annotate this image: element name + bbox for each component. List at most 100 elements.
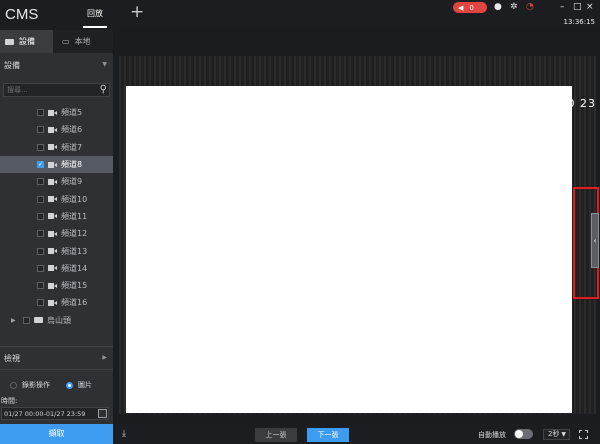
speaker-icon: ◀ [458, 3, 464, 12]
channel-row[interactable]: 頻道10 [0, 190, 113, 207]
group-label: 烏山頭 [47, 315, 71, 325]
channel-row[interactable]: 頻道12 [0, 225, 113, 242]
radio-record-dot[interactable] [10, 381, 17, 389]
radio-picture-dot[interactable] [66, 381, 73, 389]
radio-picture-label: 圖片 [78, 381, 92, 389]
camera-icon [48, 213, 57, 220]
channel-label: 頻道8 [61, 160, 83, 170]
gear-icon[interactable]: ✲ [510, 3, 518, 12]
channel-label: 頻道12 [61, 229, 88, 239]
channel-row[interactable]: 頻道7 [0, 139, 113, 156]
download-icon[interactable]: ⤓ [122, 429, 126, 439]
alarm-indicator[interactable]: ◀ 0 [453, 2, 487, 13]
channel-row[interactable]: 頻道6 [0, 121, 113, 138]
device-search-input[interactable]: 搜尋... ⚲ [3, 83, 110, 97]
channel-checkbox[interactable] [37, 282, 44, 290]
capture-button[interactable]: 擷取 [0, 424, 113, 444]
tab-playback[interactable]: 回放 [78, 0, 112, 28]
channel-checkbox[interactable] [37, 195, 44, 203]
expand-icon[interactable]: ▶ [11, 317, 19, 324]
fullscreen-icon[interactable] [579, 430, 588, 439]
channel-checkbox[interactable] [37, 109, 44, 117]
side-panel-highlight: ‹ [573, 187, 599, 299]
close-icon[interactable]: × [586, 3, 594, 12]
interval-value: 2秒 [548, 430, 560, 438]
search-placeholder: 搜尋... [7, 86, 28, 94]
tab-devices[interactable]: 設備 [0, 30, 53, 53]
view-section-header[interactable]: 檢視 ▶ [0, 349, 113, 367]
camera-icon [48, 178, 57, 185]
camera-icon [48, 282, 57, 289]
recorder-icon [34, 317, 43, 324]
calendar-icon[interactable] [98, 409, 107, 418]
device-section-header[interactable]: 設備 ▼ [0, 56, 113, 74]
radio-record-label: 錄影操作 [22, 381, 50, 389]
channel-row[interactable]: 頻道11 [0, 208, 113, 225]
device-icon [5, 38, 14, 45]
snapshot-image[interactable] [126, 86, 572, 413]
channel-row[interactable]: 頻道5 [0, 104, 113, 121]
camera-icon [48, 248, 57, 255]
channel-label: 頻道15 [61, 281, 88, 291]
channel-label: 頻道10 [61, 194, 88, 204]
radio-record[interactable]: 錄影操作 [10, 380, 50, 390]
autoplay-toggle[interactable] [514, 429, 533, 439]
view-section-title: 檢視 [4, 353, 20, 363]
radio-picture[interactable]: 圖片 [66, 380, 92, 390]
time-label: 時間: [1, 397, 18, 405]
channel-label: 頻道9 [61, 177, 83, 187]
tab-local-label: 本地 [74, 37, 91, 46]
camera-icon [48, 126, 57, 133]
channel-checkbox[interactable] [37, 126, 44, 134]
channel-row[interactable]: 頻道13 [0, 242, 113, 259]
device-group-row[interactable]: ▶ 烏山頭 [0, 312, 113, 329]
channel-checkbox[interactable] [37, 247, 44, 255]
channel-checkbox[interactable] [37, 212, 44, 220]
device-section-title: 設備 [4, 60, 20, 70]
next-button[interactable]: 下一張 [307, 428, 349, 442]
channel-checkbox[interactable] [37, 178, 44, 186]
camera-icon [48, 109, 57, 116]
app-brand: CMS [5, 6, 39, 23]
maximize-icon[interactable]: □ [573, 3, 582, 12]
expand-panel-handle[interactable]: ‹ [591, 213, 599, 268]
channel-label: 頻道11 [61, 211, 88, 221]
search-icon[interactable]: ⚲ [100, 84, 107, 96]
channel-checkbox[interactable] [37, 264, 44, 272]
camera-icon [48, 196, 57, 203]
camera-icon [48, 265, 57, 272]
autoplay-label: 自動播放 [478, 431, 506, 439]
interval-select[interactable]: 2秒 ▼ [543, 429, 570, 440]
channel-row[interactable]: 頻道9 [0, 173, 113, 190]
channel-label: 頻道5 [61, 108, 83, 118]
playback-viewer: 0 23 ‹ [113, 30, 600, 424]
channel-checkbox[interactable] [37, 143, 44, 151]
channel-row[interactable]: ✓ 頻道8 [0, 155, 113, 174]
chevron-right-icon: ▶ [102, 354, 107, 361]
performance-gauge-icon[interactable]: ◔ [526, 3, 534, 12]
video-frame[interactable]: 0 23 [119, 56, 596, 414]
prev-button[interactable]: 上一張 [255, 428, 297, 442]
camera-icon [48, 161, 57, 168]
channel-checkbox[interactable] [37, 230, 44, 238]
left-panel: 設備 ▭ 本地 設備 ▼ 搜尋... ⚲ 頻道5 頻道6 頻道7 ✓ 頻道8 頻道9 頻道1… [0, 30, 113, 424]
channel-label: 頻道7 [61, 142, 83, 152]
channel-checkbox[interactable] [37, 299, 44, 307]
channel-row[interactable]: 頻道15 [0, 277, 113, 294]
tab-devices-label: 設備 [19, 37, 35, 46]
channel-label: 頻道16 [61, 298, 88, 308]
channel-label: 頻道13 [61, 246, 88, 256]
time-range-value: 01/27 00:00-01/27 23:59 [4, 409, 86, 418]
channel-checkbox[interactable]: ✓ [37, 161, 44, 169]
divider [0, 369, 113, 370]
group-checkbox[interactable] [23, 316, 30, 324]
tab-local[interactable]: ▭ 本地 [53, 30, 113, 53]
channel-row[interactable]: 頻道14 [0, 260, 113, 277]
minimize-icon[interactable]: – [560, 3, 565, 12]
time-range-field[interactable]: 01/27 00:00-01/27 23:59 [1, 407, 109, 420]
channel-row[interactable]: 頻道16 [0, 294, 113, 311]
add-tab-button[interactable]: + [130, 4, 144, 21]
bottom-bar: 擷取 ⤓ 上一張 下一張 自動播放 2秒 ▼ [0, 424, 600, 444]
camera-icon [48, 144, 57, 151]
user-icon[interactable]: ● [494, 3, 502, 12]
